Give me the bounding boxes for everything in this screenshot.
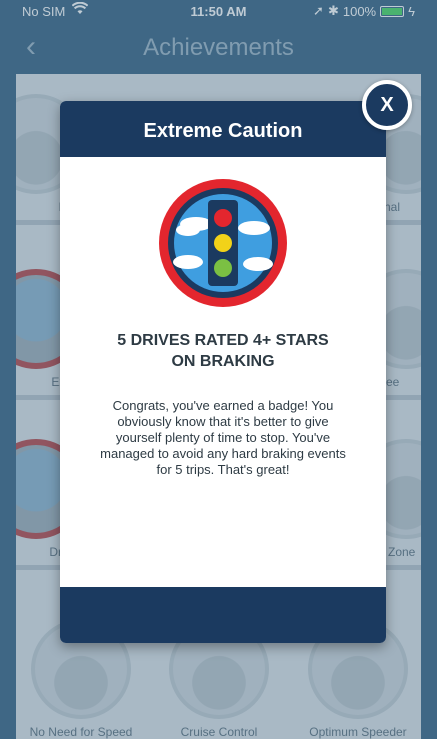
traffic-light-icon: [158, 178, 288, 308]
description-line: managed to avoid any hard braking events: [100, 446, 346, 461]
modal-title: Extreme Caution: [60, 101, 386, 157]
subtitle-line: ON BRAKING: [171, 353, 275, 370]
modal-description: Congrats, you've earned a badge! You obv…: [80, 398, 366, 478]
achievement-modal: Extreme Caution 5 DRIVES RATED 4+ STARS …: [60, 101, 386, 643]
description-line: for 5 trips. That's great!: [156, 462, 290, 477]
description-line: obviously know that it's better to give: [117, 414, 329, 429]
modal-subtitle: 5 DRIVES RATED 4+ STARS ON BRAKING: [80, 330, 366, 372]
description-line: yourself plenty of time to stop. You've: [115, 430, 331, 445]
modal-footer: [60, 587, 386, 643]
description-line: Congrats, you've earned a badge! You: [112, 398, 334, 413]
subtitle-line: 5 DRIVES RATED 4+ STARS: [117, 332, 329, 349]
close-button[interactable]: X: [362, 80, 412, 130]
